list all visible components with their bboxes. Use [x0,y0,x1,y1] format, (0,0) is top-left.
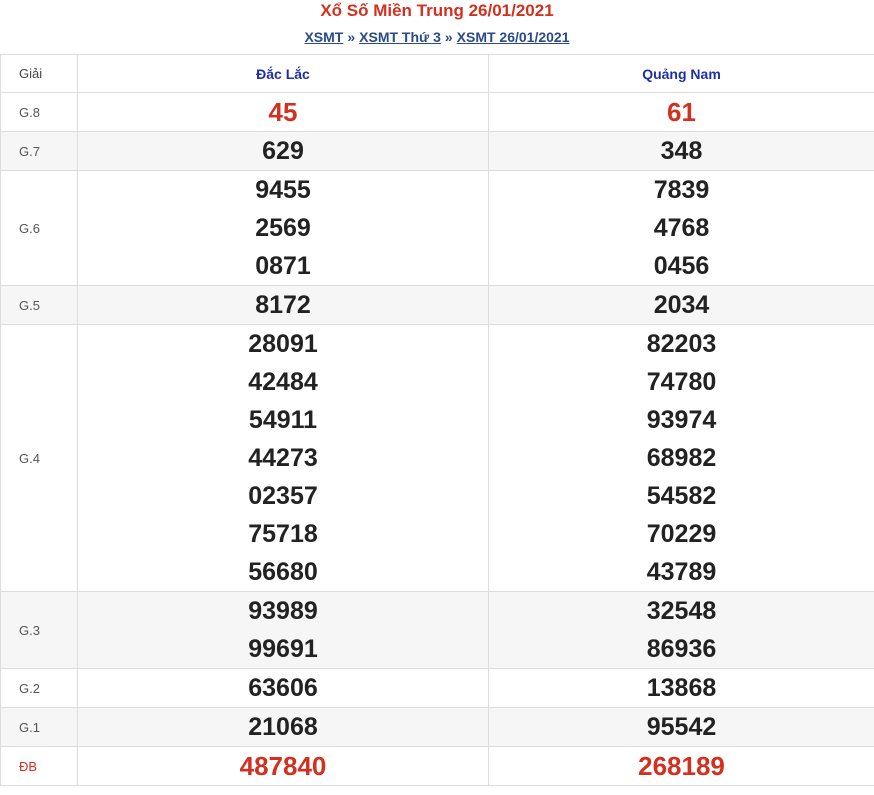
prize-number: 70229 [646,520,717,548]
breadcrumb-link-thu3[interactable]: XSMT Thứ 3 [359,29,441,45]
prize-number: 61 [667,97,696,127]
table-row: G.1 21068 95542 [0,707,874,747]
prize-number: 44273 [248,444,318,472]
prize-label: G.5 [0,285,78,325]
prize-number: 487840 [239,751,327,781]
prize-number: 45 [268,97,298,127]
prize-number: 348 [660,137,703,165]
prize-number: 99691 [248,635,318,663]
breadcrumb-link-xsmt[interactable]: XSMT [304,29,343,45]
breadcrumb: XSMT» XSMT Thứ 3» XSMT 26/01/2021 [0,22,874,54]
prize-number: 82203 [646,330,717,358]
prize-cell: 487840 [77,746,489,786]
prize-number: 42484 [248,368,318,396]
province-header-daclac: Đắc Lắc [77,54,489,93]
prize-number: 28091 [248,330,318,358]
prize-number: 0456 [653,252,710,280]
prize-label: G.2 [0,668,78,708]
prize-number: 68982 [646,444,717,472]
prize-label: G.8 [0,92,78,132]
breadcrumb-separator: » [444,29,453,45]
prize-number: 8172 [255,291,311,319]
prize-cell: 2034 [488,285,874,325]
prize-label: G.7 [0,131,78,171]
prize-label: G.3 [0,591,78,669]
prize-label: G.1 [0,707,78,747]
prize-number: 86936 [646,635,717,663]
prize-label: G.6 [0,170,78,286]
table-row: ĐB 487840 268189 [0,746,874,786]
prize-number: 21068 [248,713,318,741]
prize-cell: 28091 42484 54911 44273 02357 75718 56680 [77,324,489,592]
prize-number: 74780 [646,368,717,396]
table-row: G.4 28091 42484 54911 44273 02357 75718 56680 82… [0,324,874,592]
prize-cell: 95542 [488,707,874,747]
prize-cell: 32548 86936 [488,591,874,669]
table-row: G.6 9455 2569 0871 7839 4768 0456 [0,170,874,286]
prize-cell: 9455 2569 0871 [77,170,489,286]
breadcrumb-link-date[interactable]: XSMT 26/01/2021 [457,29,570,45]
page-title: Xổ Số Miền Trung 26/01/2021 [320,1,554,20]
prize-cell: 63606 [77,668,489,708]
prize-cell: 7839 4768 0456 [488,170,874,286]
prize-label: G.4 [0,324,78,592]
prize-cell: 61 [488,92,874,132]
prize-number: 02357 [248,482,318,510]
table-row: G.8 45 61 [0,92,874,132]
prize-number: 54582 [646,482,717,510]
prize-cell: 13868 [488,668,874,708]
prize-label: ĐB [0,746,78,786]
prize-cell: 8172 [77,285,489,325]
prize-number: 56680 [248,558,318,586]
prize-number: 629 [262,137,304,165]
prize-number: 2569 [255,214,311,242]
prize-number: 75718 [248,520,318,548]
table-row: G.3 93989 99691 32548 86936 [0,591,874,669]
prize-number: 93974 [646,406,717,434]
breadcrumb-separator: » [347,29,356,45]
prize-cell: 268189 [488,746,874,786]
prize-number: 7839 [653,176,710,204]
province-header-quangnam: Quảng Nam [488,54,874,93]
prize-number: 9455 [255,176,311,204]
prize-number: 32548 [646,597,717,625]
prize-cell: 45 [77,92,489,132]
prize-column-header: Giải [0,54,78,93]
prize-number: 4768 [653,214,710,242]
prize-number: 0871 [255,252,311,280]
prize-cell: 82203 74780 93974 68982 54582 70229 43789 [488,324,874,592]
prize-cell: 21068 [77,707,489,747]
table-header-row: Giải Đắc Lắc Quảng Nam [0,54,874,93]
table-row: G.5 8172 2034 [0,285,874,325]
prize-number: 268189 [638,751,725,781]
prize-number: 43789 [646,558,717,586]
table-row: G.7 629 348 [0,131,874,171]
prize-cell: 629 [77,131,489,171]
prize-number: 63606 [248,674,318,702]
prize-number: 13868 [646,674,717,702]
results-table: Giải Đắc Lắc Quảng Nam G.8 45 61 G.7 629 348 G… [0,54,874,786]
table-row: G.2 63606 13868 [0,668,874,708]
prize-number: 93989 [248,597,318,625]
prize-number: 54911 [248,406,318,434]
prize-number: 95542 [646,713,717,741]
prize-number: 2034 [653,291,710,319]
prize-cell: 348 [488,131,874,171]
prize-cell: 93989 99691 [77,591,489,669]
